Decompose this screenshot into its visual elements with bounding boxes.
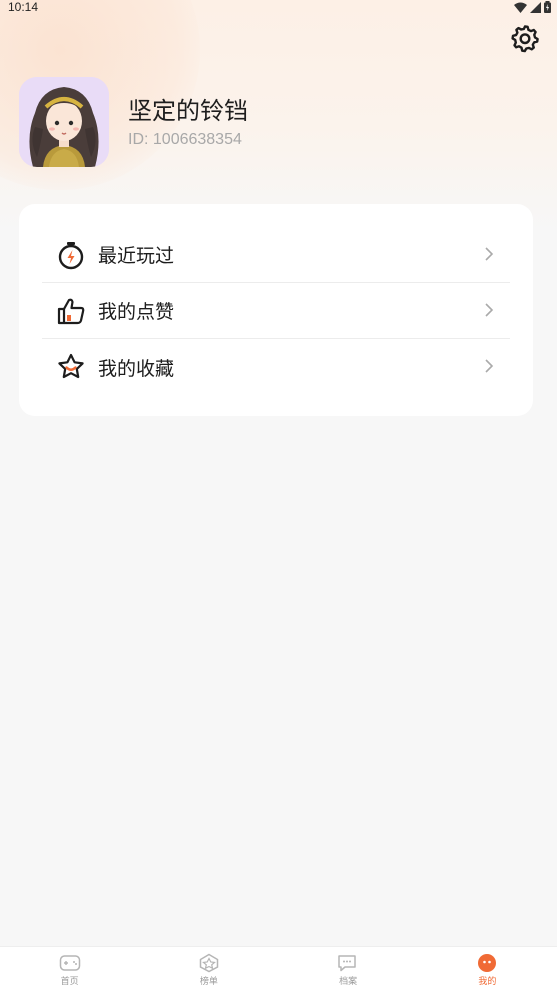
battery-icon (544, 1, 551, 13)
tab-label: 榜单 (199, 977, 218, 987)
profile-icon (478, 954, 497, 972)
menu-item-my-favorites[interactable]: 我的收藏 (42, 339, 510, 395)
chevron-right-icon (484, 246, 494, 266)
menu-card: 最近玩过 我的点赞 我的收藏 (19, 204, 533, 416)
tab-mine[interactable]: 我的 (418, 947, 557, 992)
menu-item-label: 我的点赞 (98, 301, 175, 323)
menu-item-label: 最近玩过 (98, 245, 175, 267)
tab-home[interactable]: 首页 (0, 947, 139, 992)
bottom-tab-bar: 首页 榜单 档案 我的 (0, 946, 557, 992)
status-time: 10:14 (8, 0, 39, 14)
stopwatch-icon (55, 239, 87, 271)
menu-item-label: 我的收藏 (98, 357, 175, 380)
avatar[interactable] (19, 77, 109, 167)
status-bar: 10:14 (0, 0, 557, 14)
thumbs-up-icon (55, 295, 87, 327)
username: 坚定的铃铛 (128, 97, 248, 125)
profile-text: 坚定的铃铛 ID: 1006638354 (128, 95, 248, 149)
tab-label: 我的 (478, 977, 497, 987)
tab-label: 首页 (60, 977, 79, 987)
user-id: ID: 1006638354 (128, 131, 242, 148)
menu-item-my-likes[interactable]: 我的点赞 (42, 283, 510, 339)
status-icons (514, 1, 551, 13)
trophy-icon (199, 953, 219, 973)
signal-icon (530, 1, 541, 13)
star-icon (55, 351, 87, 383)
tab-label: 档案 (339, 977, 358, 987)
gamepad-icon (59, 955, 80, 971)
chevron-right-icon (484, 358, 494, 378)
profile-header: 坚定的铃铛 ID: 1006638354 (19, 77, 248, 167)
gear-icon (511, 25, 539, 53)
wifi-icon (514, 2, 527, 13)
chat-icon (338, 955, 356, 972)
tab-rankings[interactable]: 榜单 (139, 947, 278, 992)
settings-button[interactable] (509, 22, 541, 54)
girl-avatar-illustration (19, 77, 109, 167)
menu-item-recently-played[interactable]: 最近玩过 (42, 227, 510, 283)
chevron-right-icon (484, 302, 494, 322)
tab-archive[interactable]: 档案 (279, 947, 418, 992)
